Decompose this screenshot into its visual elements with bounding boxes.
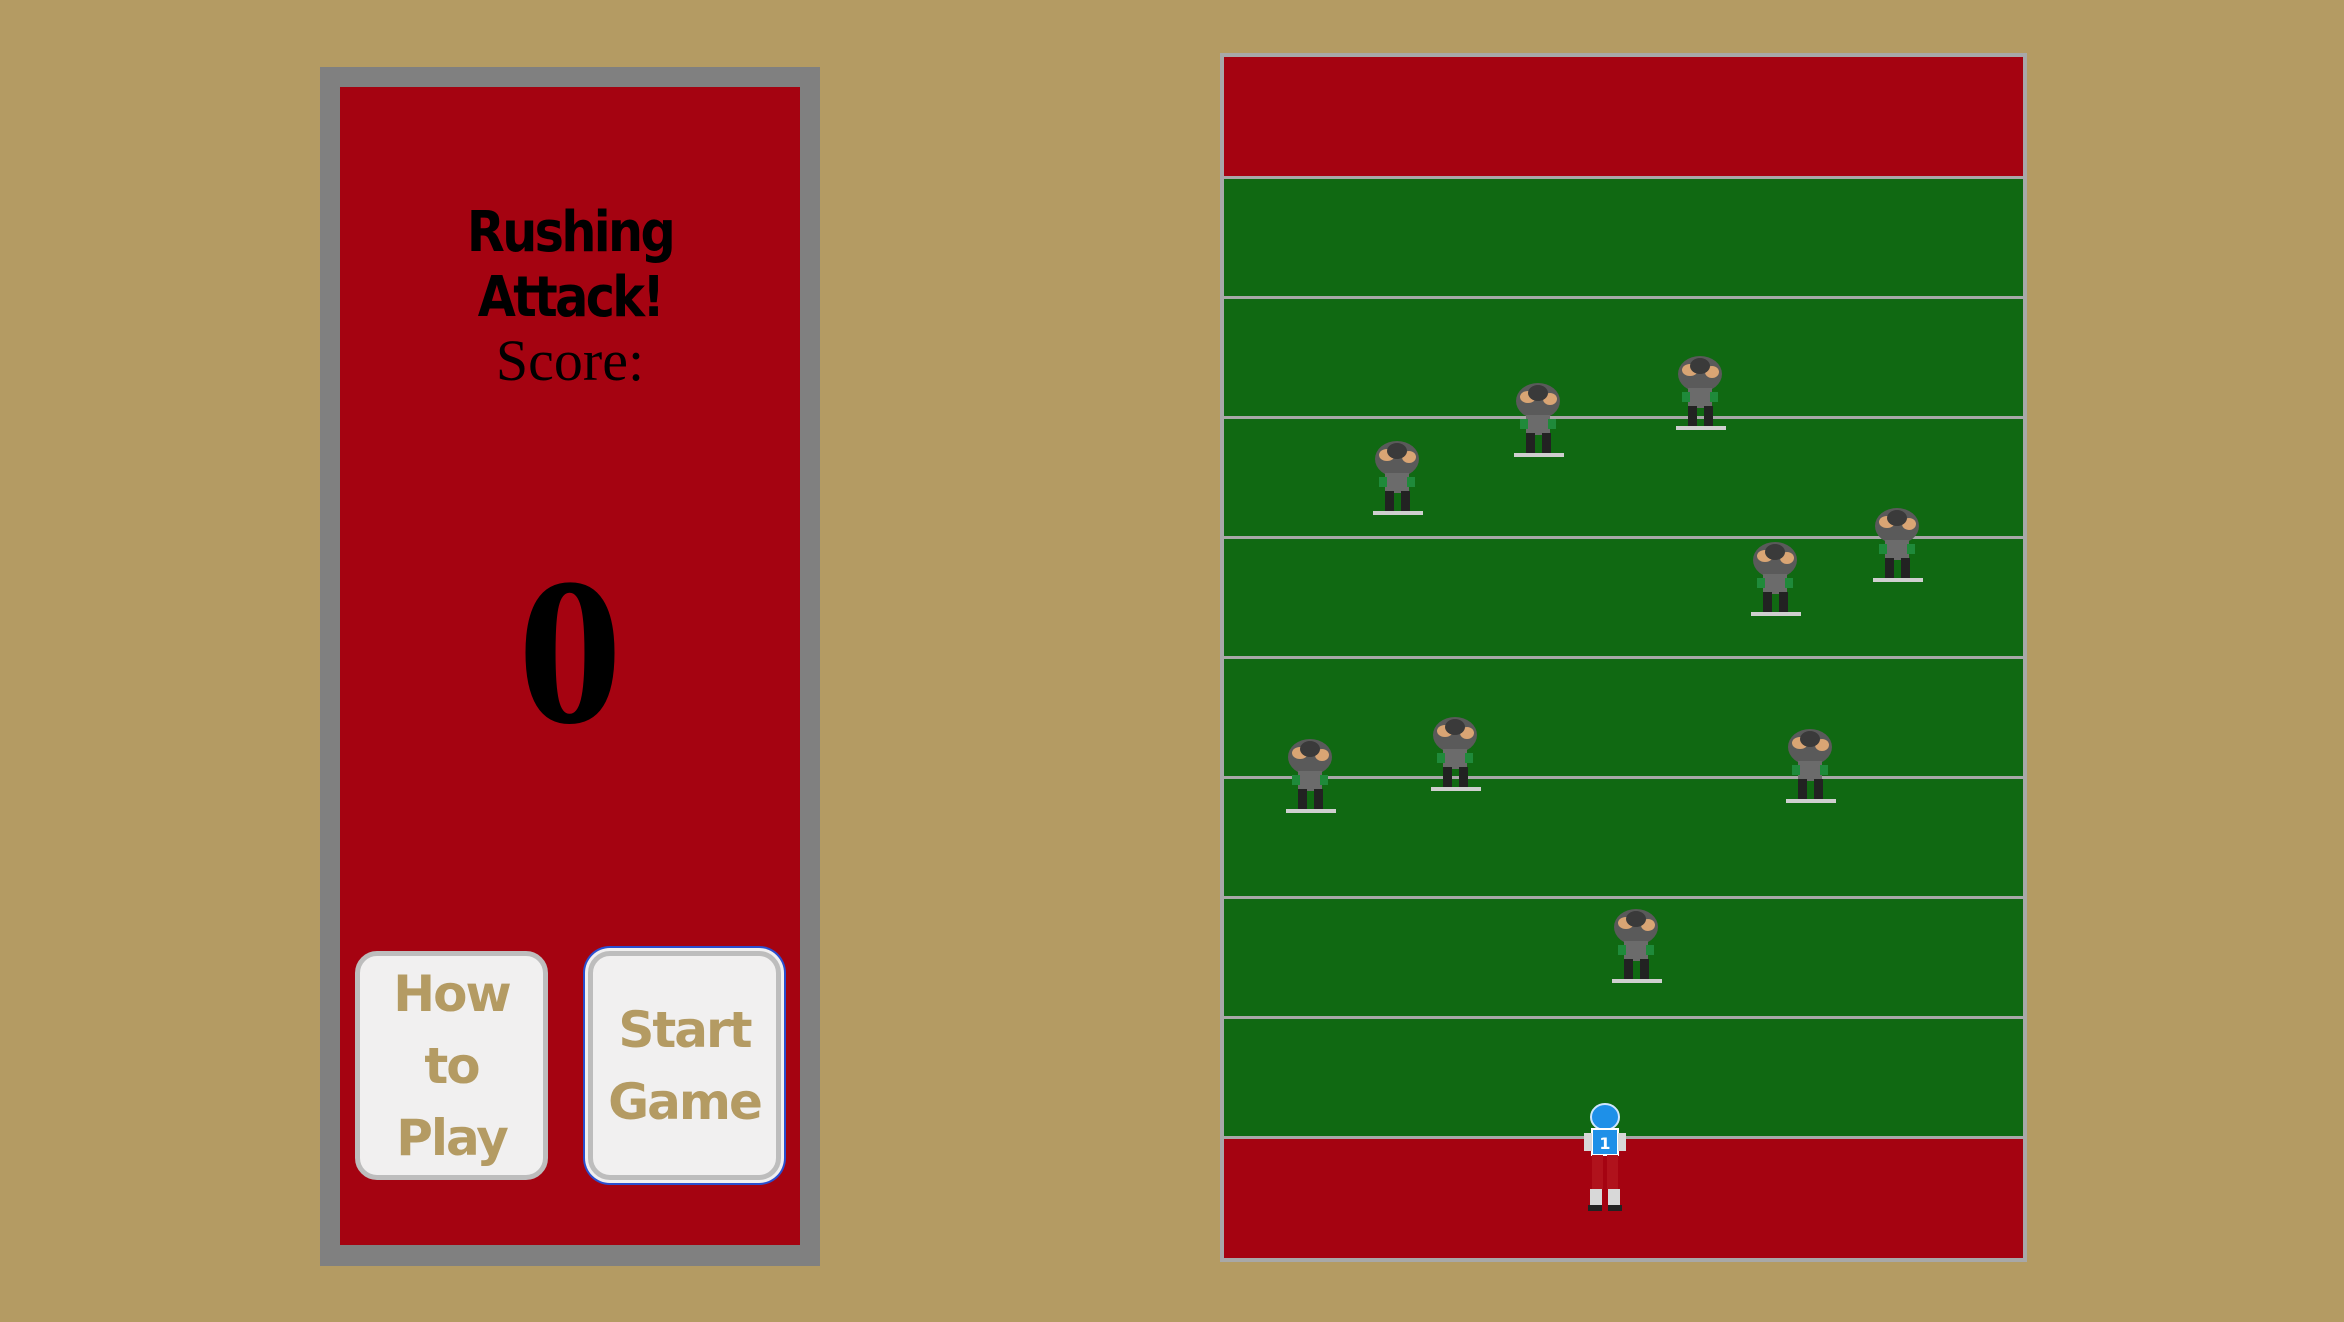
yard-line — [1224, 176, 2023, 179]
defender-sprite — [1873, 508, 1923, 582]
top-endzone — [1224, 57, 2023, 176]
score-label: Score: — [495, 328, 645, 393]
game-title: Rushing Attack! — [466, 200, 676, 330]
how-to-play-button[interactable]: How to Play — [355, 951, 548, 1180]
control-panel: Rushing Attack! Score: 0 How to Play Sta… — [320, 67, 820, 1266]
defender-sprite — [1676, 356, 1726, 430]
control-panel-inner: Rushing Attack! Score: 0 How to Play Sta… — [340, 87, 800, 1245]
start-game-button[interactable]: Start Game — [588, 951, 781, 1180]
svg-text:1: 1 — [1599, 1134, 1610, 1153]
defender-sprite — [1431, 717, 1481, 791]
defender-sprite — [1514, 383, 1564, 457]
defender-sprite — [1612, 909, 1662, 983]
score-value: 0 — [517, 536, 623, 768]
runner-sprite[interactable]: 1 — [1570, 1099, 1640, 1219]
yard-line — [1224, 1016, 2023, 1019]
defender-sprite — [1286, 739, 1336, 813]
defender-sprite — [1373, 441, 1423, 515]
defender-sprite — [1751, 542, 1801, 616]
defender-sprite — [1786, 729, 1836, 803]
yard-line — [1224, 896, 2023, 899]
yard-line — [1224, 416, 2023, 419]
yard-line — [1224, 296, 2023, 299]
yard-line — [1224, 656, 2023, 659]
game-field[interactable]: 1 — [1220, 53, 2027, 1262]
